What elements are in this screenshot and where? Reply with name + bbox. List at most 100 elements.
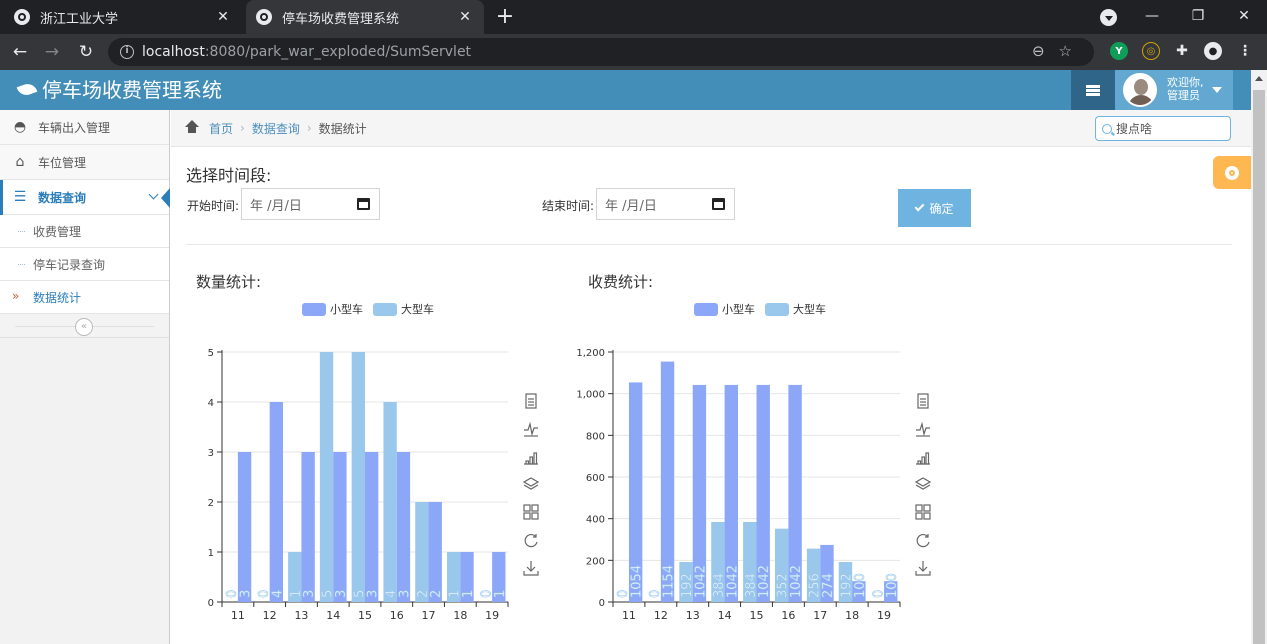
x-tick-label: 19 — [877, 609, 891, 622]
browser-tab-zjut[interactable]: 浙江工业大学 ✕ — [4, 0, 242, 34]
sidebar-item-parking-space[interactable]: ⌂ 车位管理 — [0, 145, 169, 180]
reload-icon[interactable]: ↻ — [72, 38, 100, 66]
puzzle-icon[interactable]: ✚ — [1173, 42, 1191, 60]
account-icon[interactable]: ● — [1204, 42, 1222, 60]
save-image-icon[interactable] — [915, 560, 931, 576]
scroll-up-icon[interactable] — [1255, 76, 1263, 81]
legend-swatch[interactable] — [373, 302, 397, 316]
bar-value-label: 3 — [239, 590, 254, 598]
bar-small-car[interactable] — [428, 502, 442, 602]
line-chart-icon[interactable] — [915, 421, 931, 437]
forward-icon[interactable]: → — [38, 38, 66, 66]
search-input[interactable]: 搜点啥 — [1095, 116, 1231, 141]
tiled-icon[interactable] — [915, 504, 931, 520]
user-menu[interactable]: 欢迎你, 管理员 — [1115, 70, 1233, 110]
fee-bar-chart: 02004006008001,0001,20001054110115412192… — [576, 348, 901, 622]
bar-small-car[interactable] — [333, 452, 347, 602]
tiled-icon[interactable] — [523, 504, 539, 520]
x-tick-label: 18 — [845, 609, 859, 622]
collapse-sidebar-button[interactable]: « — [75, 318, 93, 336]
breadcrumb-home[interactable]: 首页 — [209, 120, 233, 137]
breadcrumb-data-query[interactable]: 数据查询 — [252, 120, 300, 137]
bar-value-label: 1 — [493, 590, 508, 598]
bar-large-car[interactable] — [415, 502, 429, 602]
extension-icon[interactable]: Y — [1110, 42, 1128, 60]
back-icon[interactable]: ← — [6, 38, 34, 66]
user-info: 欢迎你, 管理员 — [1167, 76, 1204, 102]
brand-logo[interactable]: 停车场收费管理系统 — [16, 70, 222, 110]
active-arrow — [161, 188, 170, 208]
legend-label[interactable]: 大型车 — [793, 301, 826, 317]
zoom-and-bookmark-icons[interactable]: ⊖☆ — [1032, 42, 1086, 60]
extension-icon[interactable]: ◎ — [1142, 42, 1160, 60]
y-tick-label: 3 — [208, 448, 214, 459]
y-tick-label: 4 — [208, 398, 214, 409]
bar-chart-icon[interactable] — [523, 449, 539, 465]
bar-large-car[interactable] — [351, 352, 365, 602]
scrollbar-thumb[interactable] — [1253, 90, 1265, 644]
x-tick-label: 18 — [453, 609, 467, 622]
sidebar-subitem-parking-records[interactable]: 停车记录查询 — [0, 248, 169, 281]
restore-icon[interactable] — [915, 532, 931, 548]
x-tick-label: 12 — [654, 609, 668, 622]
confirm-button[interactable]: 确定 — [898, 189, 971, 227]
stack-icon[interactable] — [914, 476, 932, 492]
close-window-icon[interactable]: ✕ — [1221, 0, 1267, 34]
legend-swatch[interactable] — [765, 302, 789, 316]
search-placeholder: 搜点啥 — [1116, 122, 1153, 136]
sidebar-item-data-query[interactable]: ☰ 数据查询 — [0, 180, 170, 215]
sidebar-subitem-statistics[interactable]: 数据统计 — [0, 281, 169, 314]
end-date-input[interactable]: 年 /月/日 — [596, 188, 735, 220]
stack-icon[interactable] — [522, 476, 540, 492]
start-time-label: 开始时间: — [187, 199, 240, 213]
legend-swatch[interactable] — [302, 302, 326, 316]
tab-search-icon[interactable] — [1100, 9, 1117, 26]
bar-value-label: 3 — [366, 590, 381, 598]
url-text: localhost:8080/park_war_exploded/SumServ… — [142, 44, 472, 60]
sidebar-subitem-fee-management[interactable]: 收费管理 — [0, 215, 169, 248]
bar-small-car[interactable] — [365, 452, 379, 602]
breadcrumb-current: 数据统计 — [318, 121, 367, 136]
legend-swatch[interactable] — [694, 302, 718, 316]
address-bar[interactable]: i localhost:8080/park_war_exploded/SumSe… — [108, 38, 1094, 66]
sidebar-item-vehicle-access[interactable]: ◓ 车辆出入管理 — [0, 110, 169, 145]
close-tab-icon[interactable]: ✕ — [456, 9, 474, 25]
bar-chart-icon[interactable] — [915, 449, 931, 465]
data-view-icon[interactable] — [915, 393, 931, 409]
divider — [186, 244, 1232, 245]
save-image-icon[interactable] — [523, 560, 539, 576]
inbox-icon: ⌂ — [15, 154, 25, 170]
x-tick-label: 13 — [294, 609, 308, 622]
line-chart-icon[interactable] — [523, 421, 539, 437]
bar-value-label: 1042 — [789, 565, 804, 598]
bar-small-car[interactable] — [269, 402, 284, 602]
x-tick-label: 16 — [390, 609, 404, 622]
new-tab-button[interactable]: + — [492, 4, 518, 30]
bar-small-car[interactable] — [301, 452, 315, 602]
bar-small-car[interactable] — [237, 452, 252, 602]
info-icon[interactable]: i — [120, 45, 134, 59]
bar-large-car[interactable] — [383, 402, 397, 602]
calendar-icon[interactable] — [357, 198, 370, 210]
bar-small-car[interactable] — [396, 452, 411, 602]
legend-label[interactable]: 小型车 — [330, 301, 363, 317]
browser-toolbar: ← → ↻ i localhost:8080/park_war_exploded… — [0, 34, 1267, 70]
settings-button[interactable] — [1213, 156, 1251, 189]
restore-icon[interactable] — [523, 532, 539, 548]
fee-chart-title: 收费统计: — [588, 273, 654, 291]
bar-large-car[interactable] — [319, 352, 334, 602]
task-list-icon[interactable] — [1071, 70, 1115, 110]
page-scrollbar[interactable] — [1251, 70, 1267, 644]
caret-down-icon — [1212, 87, 1222, 93]
legend-label[interactable]: 小型车 — [722, 301, 755, 317]
restore-icon[interactable]: ❐ — [1175, 0, 1221, 34]
minimize-icon[interactable]: — — [1129, 0, 1175, 34]
menu-dots-icon[interactable]: ⋮ — [1236, 42, 1254, 60]
legend-label[interactable]: 大型车 — [401, 301, 434, 317]
start-date-input[interactable]: 年 /月/日 — [241, 188, 380, 220]
tab-title: 浙江工业大学 — [40, 11, 119, 27]
close-tab-icon[interactable]: ✕ — [214, 9, 232, 25]
browser-tab-parking[interactable]: 停车场收费管理系统 ✕ — [246, 0, 484, 34]
calendar-icon[interactable] — [712, 198, 725, 210]
data-view-icon[interactable] — [523, 393, 539, 409]
